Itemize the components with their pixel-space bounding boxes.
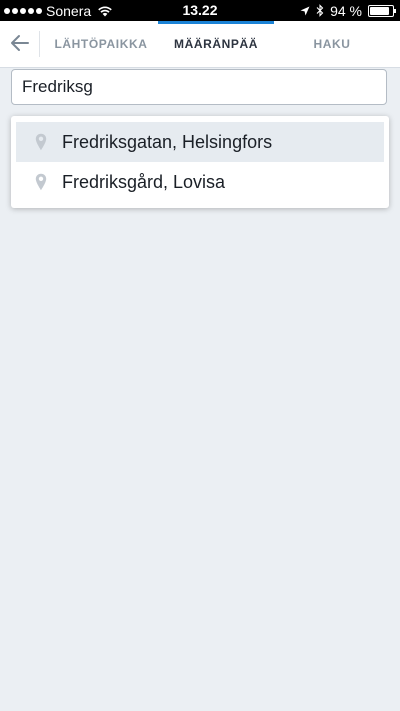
location-arrow-icon	[300, 6, 310, 15]
destination-search-input[interactable]	[11, 69, 387, 105]
suggestion-item[interactable]: Fredriksgård, Lovisa	[16, 162, 384, 202]
suggestion-label: Fredriksgård, Lovisa	[62, 171, 226, 192]
status-bar: Sonera 13.22 94 %	[0, 0, 400, 21]
header-divider	[39, 31, 40, 57]
battery-percentage: 94 %	[330, 2, 362, 19]
active-tab-indicator	[158, 21, 274, 24]
suggestion-item[interactable]: Fredriksgatan, Helsingfors	[16, 122, 384, 162]
suggestions-dropdown: Fredriksgatan, Helsingfors Fredriksgård,…	[11, 116, 389, 208]
tab-search[interactable]: HAKU	[274, 21, 390, 67]
tab-search-label: HAKU	[313, 37, 351, 51]
suggestion-label: Fredriksgatan, Helsingfors	[62, 131, 273, 152]
tab-destination[interactable]: MÄÄRÄNPÄÄ	[158, 21, 274, 67]
status-right: 94 %	[300, 2, 396, 19]
location-pin-icon	[30, 131, 52, 153]
arrow-left-icon	[11, 35, 29, 51]
header: LÄHTÖPAIKKA MÄÄRÄNPÄÄ HAKU	[0, 21, 400, 68]
location-pin-icon	[30, 171, 52, 193]
tab-start-location-label: LÄHTÖPAIKKA	[54, 37, 148, 51]
tab-destination-label: MÄÄRÄNPÄÄ	[173, 37, 259, 51]
tab-start-location[interactable]: LÄHTÖPAIKKA	[44, 21, 158, 67]
battery-icon	[368, 4, 396, 17]
back-button[interactable]	[6, 29, 34, 57]
bluetooth-icon	[316, 4, 324, 17]
